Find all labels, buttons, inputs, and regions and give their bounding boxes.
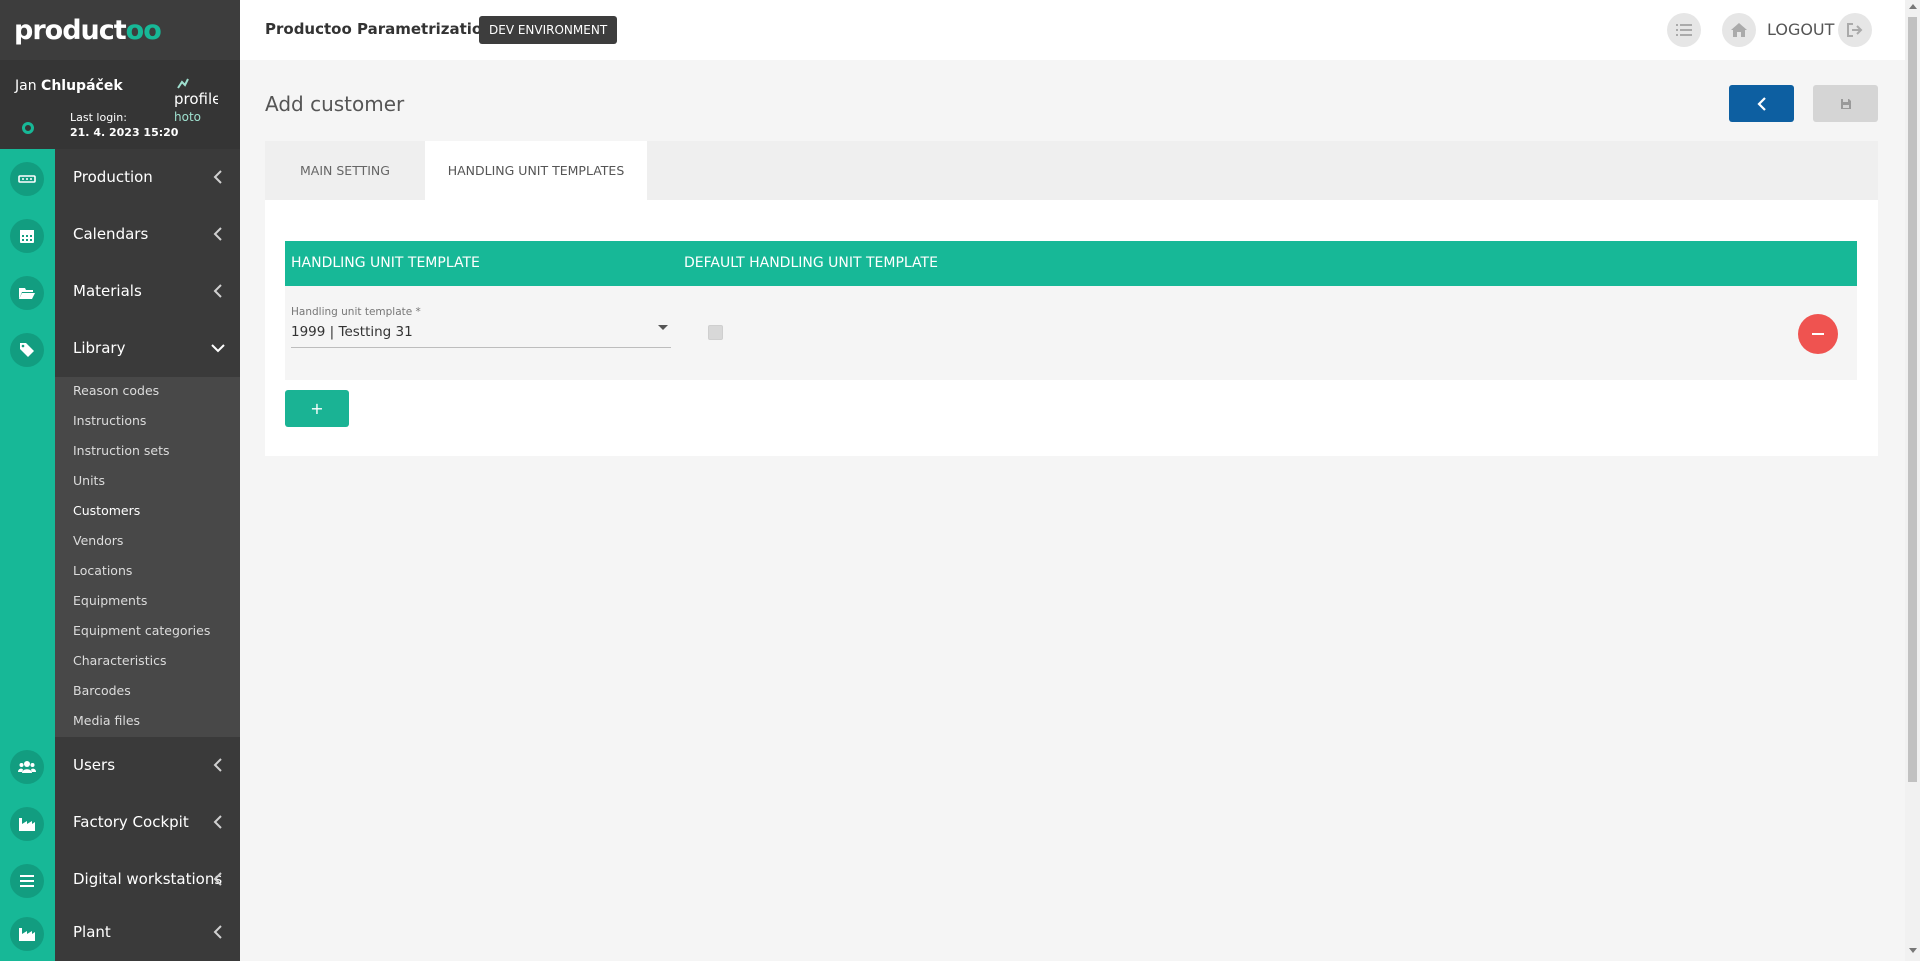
select-underline: [291, 347, 671, 348]
top-bar: Productoo Parametrization DEV ENVIRONMEN…: [240, 0, 1905, 60]
chevron-left-icon: [208, 812, 228, 832]
sign-out-icon: [1847, 23, 1863, 37]
sidebar-subitem-vendors[interactable]: Vendors: [73, 533, 123, 548]
remove-row-button[interactable]: [1798, 314, 1838, 354]
last-login-label: Last login:: [70, 111, 127, 124]
online-status-icon: [22, 122, 34, 134]
chevron-left-icon: [208, 922, 228, 942]
avatar[interactable]: profile hoto: [174, 76, 218, 124]
chevron-left-icon: [208, 755, 228, 775]
scroll-up-arrow-icon[interactable]: [1909, 4, 1917, 9]
user-last-name: Chlupáček: [41, 78, 123, 94]
chevron-left-icon: [208, 869, 228, 889]
profile-photo-alt-2: hoto: [174, 110, 201, 124]
sidebar-item-library[interactable]: Library: [0, 320, 240, 377]
sidebar-item-label: Digital workstations: [73, 870, 223, 888]
page-title: Add customer: [265, 92, 405, 116]
app-title: Productoo Parametrization: [265, 20, 493, 38]
chevron-left-icon: [208, 167, 228, 187]
default-template-checkbox[interactable]: [708, 325, 723, 340]
sidebar-item-factory-cockpit[interactable]: Factory Cockpit: [0, 794, 240, 851]
logout-label[interactable]: LOGOUT: [1767, 20, 1834, 39]
sidebar-subitem-reason-codes[interactable]: Reason codes: [73, 383, 159, 398]
environment-badge: DEV ENVIRONMENT: [479, 16, 618, 44]
conveyor-icon: [10, 162, 44, 196]
column-header-default: DEFAULT HANDLING UNIT TEMPLATE: [684, 255, 938, 271]
sidebar-item-digital-workstations[interactable]: Digital workstations: [0, 851, 240, 908]
add-row-button[interactable]: +: [285, 390, 349, 427]
chevron-down-icon: [208, 338, 228, 358]
tab-main-setting[interactable]: MAIN SETTING: [265, 141, 425, 200]
sidebar-subitem-locations[interactable]: Locations: [73, 563, 132, 578]
user-first-name: Jan: [15, 78, 37, 94]
sidebar-subitem-media-files[interactable]: Media files: [73, 713, 140, 728]
floppy-disk-icon: [1840, 98, 1851, 109]
menu-list-button[interactable]: [1667, 13, 1701, 47]
sidebar-item-plant[interactable]: Plant: [0, 904, 240, 961]
user-panel: Jan Chlupáček Last login: 21. 4. 2023 15…: [0, 60, 240, 149]
last-login-value: 21. 4. 2023 15:20: [70, 126, 179, 139]
sidebar-item-label: Plant: [73, 923, 111, 941]
users-icon: [10, 750, 44, 784]
sidebar-item-label: Factory Cockpit: [73, 813, 189, 831]
sidebar-item-calendars[interactable]: Calendars: [0, 206, 240, 263]
sidebar-item-label: Production: [73, 168, 153, 186]
chevron-left-icon: [208, 281, 228, 301]
sidebar-item-production[interactable]: Production: [0, 149, 240, 206]
sidebar-subitem-instruction-sets[interactable]: Instruction sets: [73, 443, 170, 458]
sidebar-subitem-characteristics[interactable]: Characteristics: [73, 653, 166, 668]
page-scrollbar[interactable]: [1905, 0, 1920, 961]
sidebar-item-label: Library: [73, 339, 126, 357]
user-name: Jan Chlupáček: [15, 78, 123, 94]
factory-icon: [10, 807, 44, 841]
plant-factory-icon: [10, 917, 44, 951]
sidebar-subitem-customers[interactable]: Customers: [73, 503, 140, 518]
table-header: HANDLING UNIT TEMPLATE DEFAULT HANDLING …: [285, 241, 1857, 286]
chevron-left-icon: [208, 224, 228, 244]
sidebar-item-users[interactable]: Users: [0, 737, 240, 794]
library-submenu: Reason codes Instructions Instruction se…: [55, 377, 240, 737]
productoo-logo[interactable]: productoo: [14, 14, 162, 46]
tab-handling-unit-templates[interactable]: HANDLING UNIT TEMPLATES: [425, 141, 647, 200]
logout-button[interactable]: [1838, 13, 1872, 47]
handling-unit-template-select[interactable]: 1999 | Testting 31: [291, 324, 413, 340]
folder-open-icon: [10, 276, 44, 310]
sidebar-item-label: Users: [73, 756, 116, 774]
sidebar-subitem-units[interactable]: Units: [73, 473, 105, 488]
profile-photo-alt: profile: [174, 90, 218, 108]
scroll-down-arrow-icon[interactable]: [1909, 948, 1917, 953]
list-icon: [1676, 24, 1692, 36]
home-icon: [1731, 23, 1747, 37]
table-row: Handling unit template * 1999 | Testting…: [285, 286, 1857, 380]
logo-accent-text: oo: [125, 14, 162, 46]
logo-bar: productoo: [0, 0, 240, 60]
sidebar-item-materials[interactable]: Materials: [0, 263, 240, 320]
back-button[interactable]: [1729, 85, 1794, 122]
handling-unit-template-label: Handling unit template *: [291, 306, 421, 318]
handling-unit-templates-card: HANDLING UNIT TEMPLATE DEFAULT HANDLING …: [265, 200, 1878, 456]
logo-main-text: product: [14, 14, 127, 46]
broken-image-icon: [177, 78, 189, 89]
list-lines-icon: [10, 864, 44, 898]
dropdown-arrow-icon[interactable]: [658, 325, 668, 330]
sidebar-subitem-equipments[interactable]: Equipments: [73, 593, 147, 608]
tags-icon: [10, 333, 44, 367]
sidebar: productoo Jan Chlupáček Last login: 21. …: [0, 0, 240, 961]
column-header-template: HANDLING UNIT TEMPLATE: [291, 255, 480, 271]
sidebar-item-label: Calendars: [73, 225, 149, 243]
sidebar-subitem-equipment-categories[interactable]: Equipment categories: [73, 623, 210, 638]
home-button[interactable]: [1722, 13, 1756, 47]
tabs-bar: MAIN SETTING HANDLING UNIT TEMPLATES: [265, 141, 1878, 200]
scrollbar-thumb[interactable]: [1908, 17, 1917, 782]
save-button[interactable]: [1813, 85, 1878, 122]
sidebar-subitem-instructions[interactable]: Instructions: [73, 413, 146, 428]
sidebar-item-label: Materials: [73, 282, 142, 300]
calendar-icon: [10, 219, 44, 253]
minus-icon: [1812, 333, 1824, 335]
sidebar-subitem-barcodes[interactable]: Barcodes: [73, 683, 131, 698]
chevron-left-icon: [1756, 96, 1766, 111]
